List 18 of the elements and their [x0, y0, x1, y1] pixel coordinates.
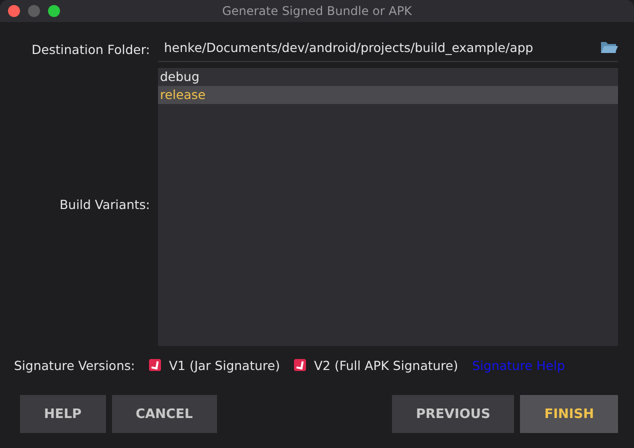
list-item[interactable]: debug — [158, 68, 618, 86]
list-item[interactable]: release — [158, 86, 618, 104]
window-title: Generate Signed Bundle or APK — [222, 4, 412, 18]
dialog-button[interactable]: CANCEL — [112, 395, 217, 433]
zoom-button[interactable] — [48, 5, 60, 17]
field-label: Destination Folder: — [30, 42, 150, 56]
folder-icon[interactable] — [600, 40, 618, 54]
destination-field[interactable]: henke/Documents/dev/android/projects/build_example/app — [158, 36, 618, 62]
checkbox-label: V2 (Full APK Signature) — [314, 358, 458, 372]
field-label: Build Variants: — [58, 197, 150, 212]
checkbox-label: V1 (Jar Signature) — [168, 358, 280, 372]
checkbox[interactable] — [294, 359, 306, 371]
dialog-button[interactable]: PREVIOUS — [392, 395, 514, 433]
checkbox[interactable] — [148, 359, 161, 371]
dialog-button[interactable]: FINISH — [520, 395, 618, 433]
dialog-button[interactable]: HELP — [20, 395, 106, 433]
field-label: Signature Versions: — [14, 358, 135, 372]
close-button[interactable] — [8, 5, 20, 17]
